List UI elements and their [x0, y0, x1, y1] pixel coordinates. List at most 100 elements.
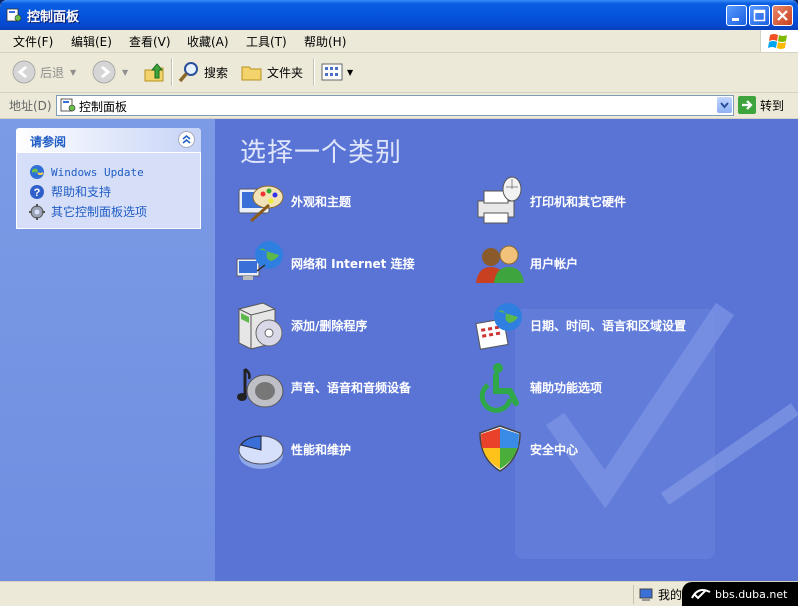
menu-favorites[interactable]: 收藏(A) [187, 33, 229, 50]
close-icon [777, 10, 788, 21]
control-panel-window: 控制面板 文件(F) 编辑(E) 查看(V) 收藏(A) 工具(T) 帮助(H)… [0, 0, 798, 606]
category-label: 日期、时间、语言和区域设置 [530, 318, 687, 333]
task-pane: 请参阅 Windows Update ? 帮助和支持 其它控制面板选项 [0, 119, 215, 581]
category-user-accounts[interactable]: 用户帐户 [474, 237, 578, 289]
category-label: 安全中心 [530, 442, 579, 457]
close-button[interactable] [772, 5, 793, 26]
go-arrow-icon [738, 96, 756, 114]
page-heading: 选择一个类别 [240, 138, 403, 168]
chevron-down-icon [720, 102, 729, 109]
site-watermark: bbs.duba.net [682, 582, 798, 606]
watermark-logo-icon [691, 589, 711, 600]
network-globe-icon [236, 241, 283, 280]
views-icon [321, 63, 343, 81]
watermark-text: bbs.duba.net [715, 587, 788, 601]
windows-flag-icon [768, 34, 787, 49]
speaker-note-icon [237, 367, 284, 408]
back-arrow-icon [12, 60, 36, 84]
address-label: 地址(D) [9, 99, 52, 113]
performance-pie-icon [238, 435, 284, 469]
help-support-label: 帮助和支持 [51, 185, 112, 199]
menu-file[interactable]: 文件(F) [13, 33, 53, 50]
control-panel-icon [60, 98, 76, 112]
category-appearance-themes[interactable]: 外观和主题 [235, 175, 351, 227]
control-panel-icon [6, 8, 22, 22]
menu-tools[interactable]: 工具(T) [246, 33, 287, 50]
go-label: 转到 [760, 98, 785, 113]
main-pane: 选择一个类别 外观和主题 网络和 Internet 连接 添加/删除程序 声音、… [215, 119, 798, 581]
category-sounds-speech-audio[interactable]: 声音、语音和音频设备 [235, 361, 411, 413]
address-bar: 地址(D) 控制面板 转到 [0, 93, 798, 119]
search-icon [178, 62, 198, 83]
see-also-panel: 请参阅 Windows Update ? 帮助和支持 其它控制面板选项 [16, 128, 201, 229]
forward-arrow-icon [92, 60, 116, 84]
toolbar: 后退 ▼ ▼ 搜索 文件夹 ▼ [0, 53, 798, 93]
category-label: 辅助功能选项 [530, 380, 603, 395]
category-label: 添加/删除程序 [291, 318, 368, 333]
folders-label: 文件夹 [267, 65, 304, 80]
menu-edit[interactable]: 编辑(E) [71, 33, 112, 50]
other-options-link[interactable]: 其它控制面板选项 [29, 203, 147, 220]
add-remove-programs-icon [238, 302, 283, 350]
see-also-header[interactable]: 请参阅 [16, 128, 201, 152]
chevron-up-icon [182, 135, 191, 144]
title-bar[interactable]: 控制面板 [0, 0, 798, 30]
svg-text:?: ? [34, 187, 41, 199]
category-label: 外观和主题 [291, 194, 352, 209]
windows-update-icon [30, 165, 44, 179]
address-field[interactable]: 控制面板 [56, 95, 734, 116]
category-accessibility-options[interactable]: 辅助功能选项 [474, 361, 602, 413]
address-value: 控制面板 [79, 100, 128, 114]
menu-help[interactable]: 帮助(H) [304, 33, 346, 50]
category-label: 用户帐户 [530, 256, 579, 271]
see-also-title: 请参阅 [30, 135, 67, 149]
category-date-time-language-region[interactable]: 日期、时间、语言和区域设置 [474, 299, 686, 351]
gear-icon [29, 203, 45, 220]
toolbar-separator [313, 58, 315, 86]
printer-icon [477, 176, 522, 224]
help-support-link[interactable]: ? 帮助和支持 [29, 183, 111, 200]
security-shield-icon [479, 425, 521, 472]
minimize-icon [732, 18, 739, 21]
folders-button[interactable]: 文件夹 [240, 59, 303, 85]
up-folder-button[interactable] [142, 59, 166, 85]
category-network-internet[interactable]: 网络和 Internet 连接 [235, 237, 415, 289]
appearance-themes-icon [238, 185, 284, 223]
menu-bar: 文件(F) 编辑(E) 查看(V) 收藏(A) 工具(T) 帮助(H) [0, 30, 798, 53]
category-label: 网络和 Internet 连接 [291, 256, 415, 271]
my-computer-icon [639, 588, 653, 601]
user-accounts-icon [476, 245, 524, 283]
menu-view[interactable]: 查看(V) [129, 33, 171, 50]
see-also-body: Windows Update ? 帮助和支持 其它控制面板选项 [16, 152, 201, 229]
window-title: 控制面板 [27, 10, 80, 25]
up-folder-icon [144, 63, 164, 82]
search-label: 搜索 [204, 65, 229, 80]
windows-update-label: Windows Update [51, 165, 144, 179]
category-label: 性能和维护 [291, 442, 352, 457]
category-label: 声音、语音和音频设备 [291, 380, 412, 395]
maximize-button[interactable] [749, 5, 770, 26]
collapse-button[interactable] [178, 131, 195, 148]
back-label: 后退 [40, 65, 65, 80]
toolbar-separator [171, 58, 173, 86]
back-button[interactable]: 后退 ▼ [12, 59, 76, 85]
forward-button[interactable]: ▼ [92, 59, 128, 85]
other-options-label: 其它控制面板选项 [51, 205, 148, 219]
maximize-icon [753, 9, 766, 22]
go-button[interactable]: 转到 [738, 96, 784, 114]
folders-icon [241, 66, 262, 81]
category-performance-maintenance[interactable]: 性能和维护 [235, 423, 351, 475]
category-security-center[interactable]: 安全中心 [474, 423, 578, 475]
accessibility-wheelchair-icon [479, 363, 519, 413]
status-bar: 我的电脑 [0, 581, 798, 606]
category-label: 打印机和其它硬件 [530, 194, 627, 209]
minimize-button[interactable] [726, 5, 747, 26]
search-button[interactable]: 搜索 [177, 59, 228, 85]
views-button[interactable]: ▼ [320, 59, 353, 85]
calendar-globe-icon [475, 303, 522, 350]
help-icon: ? [30, 184, 44, 199]
address-dropdown-button[interactable] [717, 97, 732, 113]
windows-update-link[interactable]: Windows Update [29, 164, 144, 180]
category-add-remove-programs[interactable]: 添加/删除程序 [235, 299, 367, 351]
category-printers-hardware[interactable]: 打印机和其它硬件 [474, 175, 626, 227]
